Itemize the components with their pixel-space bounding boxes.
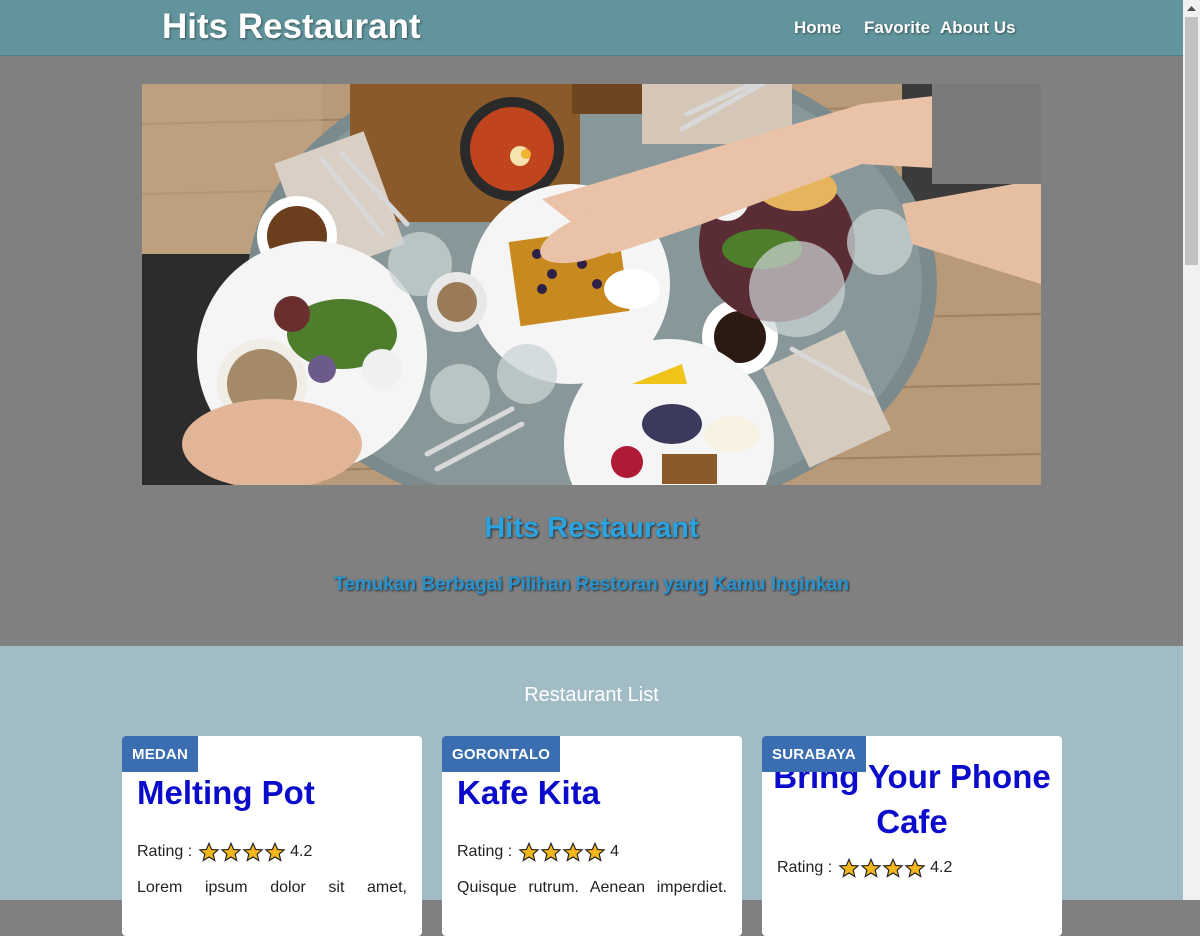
star-icon (860, 858, 882, 878)
restaurant-description: Quisque rutrum. Aenean imperdiet. (457, 879, 727, 896)
rating-row: Rating : 4.2 (777, 858, 952, 878)
star-icon (904, 858, 926, 878)
star-icon (220, 842, 242, 862)
star-icon (562, 842, 584, 862)
rating-value: 4.2 (290, 843, 313, 860)
city-badge: SURABAYA (762, 736, 866, 772)
restaurant-name[interactable]: Melting Pot (137, 774, 315, 812)
nav-home-link[interactable]: Home (794, 18, 841, 38)
rating-value: 4.2 (930, 859, 953, 876)
restaurant-list-section: Restaurant List MEDAN Melting Pot Rating… (0, 646, 1183, 936)
restaurant-description: Lorem ipsum dolor sit amet, (137, 879, 407, 896)
star-icon (198, 842, 220, 862)
star-icon (540, 842, 562, 862)
star-icon (882, 858, 904, 878)
scroll-up-arrow-icon[interactable] (1183, 0, 1200, 17)
star-rating-icons (838, 858, 926, 878)
star-icon (242, 842, 264, 862)
hero-subtitle: Temukan Berbagai Pilihan Restoran yang K… (334, 574, 849, 595)
scrollbar-thumb[interactable] (1185, 17, 1198, 265)
star-icon (264, 842, 286, 862)
restaurant-card[interactable]: Bring Your Phone Cafe SURABAYA Rating : … (762, 736, 1062, 936)
rating-row: Rating : 4.2 (137, 842, 312, 862)
city-badge: GORONTALO (442, 736, 561, 772)
rating-label: Rating : (137, 843, 193, 860)
city-badge: MEDAN (122, 736, 198, 772)
hero-title: Hits Restaurant (484, 512, 699, 544)
rating-row: Rating : 4 (457, 842, 619, 862)
star-icon (518, 842, 540, 862)
rating-value: 4 (610, 843, 620, 860)
vertical-scrollbar[interactable] (1183, 0, 1200, 900)
star-rating-icons (198, 842, 286, 862)
brand-logo-text[interactable]: Hits Restaurant (162, 7, 421, 47)
nav-favorite-link[interactable]: Favorite (864, 18, 930, 38)
star-rating-icons (518, 842, 606, 862)
hero-section: Hits Restaurant Temukan Berbagai Pilihan… (0, 56, 1183, 646)
star-icon (838, 858, 860, 878)
restaurant-card[interactable]: GORONTALO Kafe Kita Rating : 4 Quisque r… (442, 736, 742, 936)
restaurant-card[interactable]: MEDAN Melting Pot Rating : 4.2 Lorem ips… (122, 736, 422, 936)
rating-label: Rating : (457, 843, 513, 860)
restaurant-list-title: Restaurant List (524, 684, 659, 706)
star-icon (584, 842, 606, 862)
hero-food-photo (142, 84, 1041, 485)
top-header: Hits Restaurant Home Favorite About Us (0, 0, 1183, 56)
restaurant-name[interactable]: Kafe Kita (457, 774, 600, 812)
nav-about-us-link[interactable]: About Us (940, 18, 1016, 38)
rating-label: Rating : (777, 859, 833, 876)
